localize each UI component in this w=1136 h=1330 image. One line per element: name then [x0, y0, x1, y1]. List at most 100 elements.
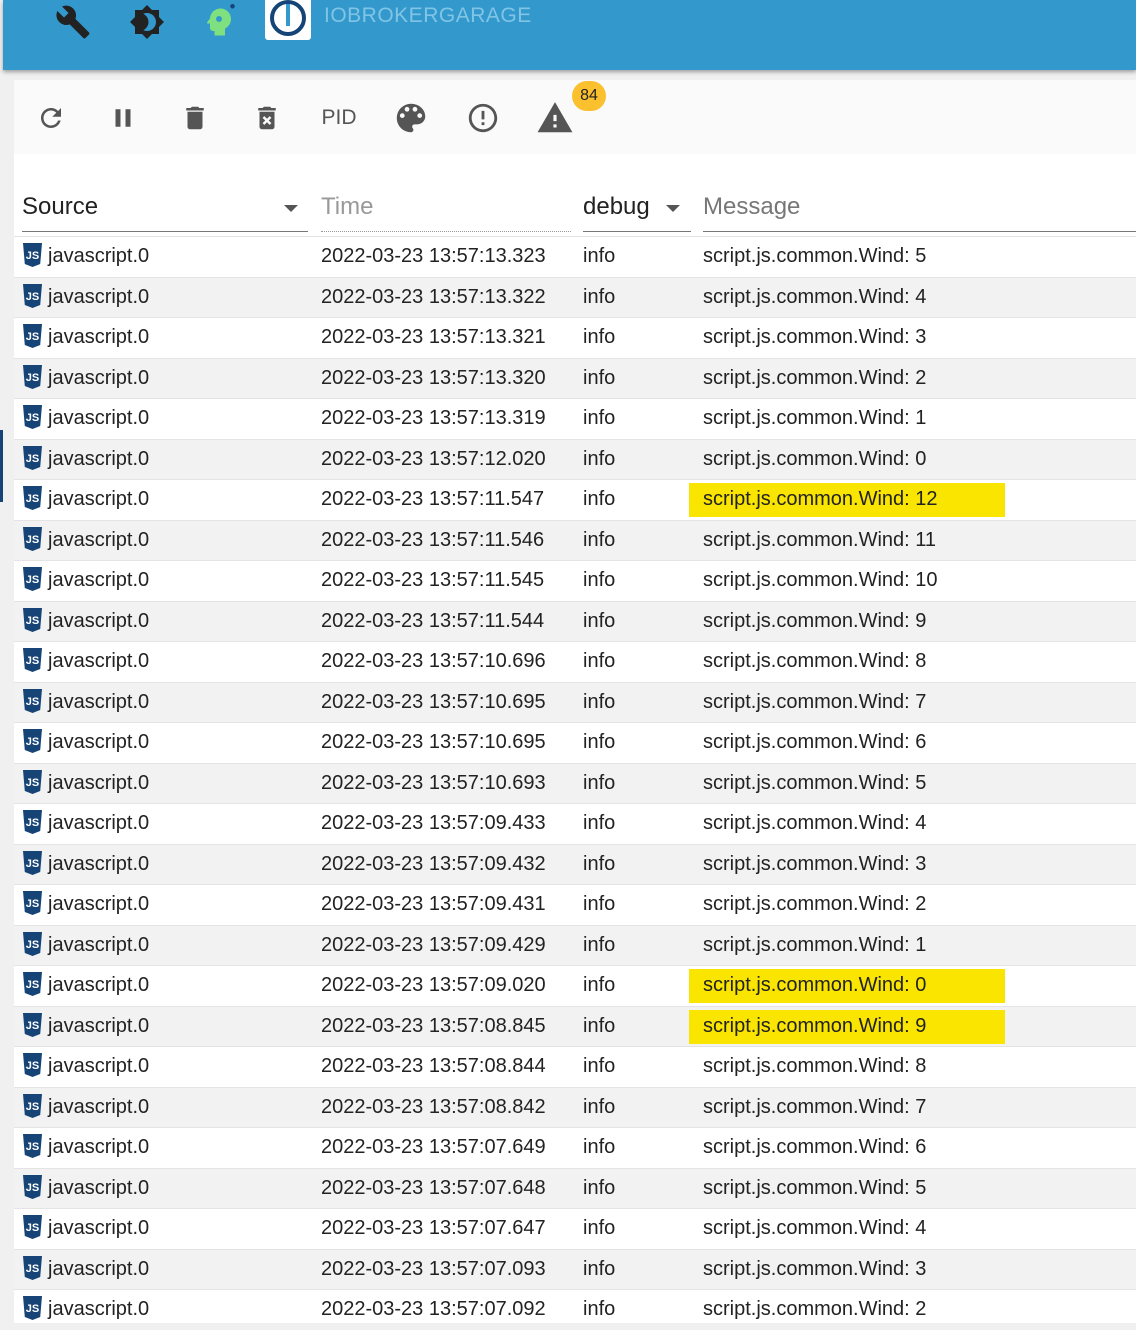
log-time: 2022-03-23 13:57:10.693: [321, 771, 546, 794]
log-message: script.js.common.Wind: 7: [703, 1095, 927, 1118]
log-source: javascript.0: [48, 245, 150, 267]
log-row[interactable]: JS javascript.0 2022-03-23 13:57:07.093 inf…: [14, 1248, 1136, 1289]
palette-icon[interactable]: [389, 98, 433, 138]
svg-text:JS: JS: [26, 777, 39, 789]
log-row[interactable]: JS javascript.0 2022-03-23 13:57:13.321 inf…: [14, 317, 1136, 358]
javascript-icon: JS: [22, 486, 43, 510]
javascript-icon: JS: [22, 445, 43, 470]
log-row[interactable]: JS javascript.0 2022-03-23 13:57:10.695 inf…: [14, 722, 1136, 763]
log-row[interactable]: JS javascript.0 2022-03-23 13:57:10.695 inf…: [14, 681, 1136, 722]
log-message: script.js.common.Wind: 4: [703, 1217, 927, 1239]
javascript-icon: JS: [22, 648, 43, 672]
pause-icon[interactable]: [101, 98, 145, 138]
log-row[interactable]: JS javascript.0 2022-03-23 13:57:13.323 inf…: [14, 236, 1136, 277]
delete-icon[interactable]: [173, 98, 217, 138]
source-column-header: Source: [22, 193, 99, 220]
log-row[interactable]: JS javascript.0 2022-03-23 13:57:12.020 inf…: [14, 438, 1136, 479]
log-row[interactable]: JS javascript.0 2022-03-23 13:57:13.322 inf…: [14, 276, 1136, 317]
log-severity: info: [583, 447, 616, 470]
svg-text:JS: JS: [26, 372, 39, 384]
log-message: script.js.common.Wind: 3: [703, 852, 927, 875]
log-row[interactable]: JS javascript.0 2022-03-23 13:57:10.693 inf…: [14, 762, 1136, 803]
message-column-header: Message: [703, 193, 801, 220]
log-time: 2022-03-23 13:57:12.020: [321, 447, 546, 470]
javascript-icon: JS: [22, 607, 43, 632]
log-row[interactable]: JS javascript.0 2022-03-23 13:57:07.647 inf…: [14, 1208, 1136, 1249]
delete-forever-icon[interactable]: [245, 98, 289, 138]
log-severity: info: [583, 1014, 616, 1037]
log-row[interactable]: JS javascript.0 2022-03-23 13:57:09.020 inf…: [14, 965, 1136, 1006]
theme-toggle-icon[interactable]: [129, 4, 165, 40]
log-severity: info: [583, 488, 616, 510]
log-time: 2022-03-23 13:57:07.092: [321, 1298, 546, 1320]
log-severity: info: [583, 528, 616, 551]
app-bar: IOBROKERGARAGE: [3, 0, 1136, 70]
log-message: script.js.common.Wind: 10: [703, 569, 938, 591]
log-row[interactable]: JS javascript.0 2022-03-23 13:57:09.432 inf…: [14, 843, 1136, 884]
log-severity: info: [583, 1217, 616, 1239]
javascript-icon: JS: [22, 1093, 43, 1118]
svg-text:JS: JS: [26, 1263, 39, 1275]
log-source: javascript.0: [48, 650, 150, 672]
log-time: 2022-03-23 13:57:08.845: [321, 1014, 546, 1037]
log-time: 2022-03-23 13:57:13.323: [321, 245, 546, 267]
log-row[interactable]: JS javascript.0 2022-03-23 13:57:08.845 inf…: [14, 1005, 1136, 1046]
svg-text:JS: JS: [26, 1101, 39, 1113]
log-message: script.js.common.Wind: 6: [703, 1136, 927, 1158]
log-time: 2022-03-23 13:57:08.842: [321, 1095, 546, 1118]
log-panel: PID 84 Source Time debug Message JS javas…: [14, 80, 1136, 1323]
log-row[interactable]: JS javascript.0 2022-03-23 13:57:08.842 inf…: [14, 1086, 1136, 1127]
log-row[interactable]: JS javascript.0 2022-03-23 13:57:07.649 inf…: [14, 1127, 1136, 1168]
log-time: 2022-03-23 13:57:07.647: [321, 1217, 546, 1239]
log-severity: info: [583, 569, 616, 591]
svg-text:JS: JS: [26, 979, 39, 991]
message-filter[interactable]: Message: [703, 188, 1136, 232]
log-message: script.js.common.Wind: 6: [703, 731, 927, 753]
log-severity: info: [583, 852, 616, 875]
refresh-icon[interactable]: [29, 98, 73, 138]
log-source: javascript.0: [48, 528, 150, 551]
log-row[interactable]: JS javascript.0 2022-03-23 13:57:09.429 inf…: [14, 924, 1136, 965]
warning-icon[interactable]: [533, 98, 577, 138]
svg-text:JS: JS: [26, 817, 39, 829]
log-time: 2022-03-23 13:57:11.546: [321, 528, 545, 551]
time-filter[interactable]: Time: [321, 188, 571, 232]
javascript-icon: JS: [22, 324, 43, 348]
log-row[interactable]: JS javascript.0 2022-03-23 13:57:07.648 inf…: [14, 1167, 1136, 1208]
log-source: javascript.0: [48, 731, 150, 753]
log-row[interactable]: JS javascript.0 2022-03-23 13:57:11.547 inf…: [14, 479, 1136, 520]
source-filter[interactable]: Source: [22, 188, 308, 232]
pid-toggle-button[interactable]: PID: [317, 98, 361, 138]
log-severity: info: [583, 974, 616, 996]
log-source: javascript.0: [48, 609, 150, 632]
log-row[interactable]: JS javascript.0 2022-03-23 13:57:13.319 inf…: [14, 398, 1136, 439]
log-row[interactable]: JS javascript.0 2022-03-23 13:57:13.320 inf…: [14, 357, 1136, 398]
log-time: 2022-03-23 13:57:13.319: [321, 407, 546, 429]
log-row[interactable]: JS javascript.0 2022-03-23 13:57:09.431 inf…: [14, 884, 1136, 925]
log-row[interactable]: JS javascript.0 2022-03-23 13:57:11.546 inf…: [14, 519, 1136, 560]
time-column-header: Time: [321, 193, 374, 220]
log-row[interactable]: JS javascript.0 2022-03-23 13:57:09.433 inf…: [14, 803, 1136, 844]
expert-mode-icon[interactable]: [201, 4, 237, 40]
log-severity: info: [583, 285, 616, 308]
log-source: javascript.0: [48, 488, 150, 510]
log-message: script.js.common.Wind: 8: [703, 1055, 927, 1077]
log-message: script.js.common.Wind: 4: [703, 285, 927, 308]
log-row[interactable]: JS javascript.0 2022-03-23 13:57:10.696 inf…: [14, 641, 1136, 682]
svg-text:JS: JS: [26, 1303, 39, 1315]
log-severity: info: [583, 326, 616, 348]
log-row[interactable]: JS javascript.0 2022-03-23 13:57:08.844 inf…: [14, 1046, 1136, 1087]
log-row[interactable]: JS javascript.0 2022-03-23 13:57:07.092 inf…: [14, 1289, 1136, 1330]
javascript-icon: JS: [22, 972, 43, 996]
log-message: script.js.common.Wind: 8: [703, 650, 927, 672]
log-row[interactable]: JS javascript.0 2022-03-23 13:57:11.544 inf…: [14, 600, 1136, 641]
severity-filter[interactable]: debug: [583, 188, 691, 232]
svg-text:JS: JS: [26, 858, 39, 870]
log-row[interactable]: JS javascript.0 2022-03-23 13:57:11.545 inf…: [14, 560, 1136, 601]
log-time: 2022-03-23 13:57:10.695: [321, 731, 546, 753]
log-message: script.js.common.Wind: 5: [703, 1176, 927, 1199]
javascript-icon: JS: [22, 1296, 43, 1320]
log-source: javascript.0: [48, 812, 150, 834]
error-outline-icon[interactable]: [461, 98, 505, 138]
wrench-icon[interactable]: [55, 4, 91, 40]
